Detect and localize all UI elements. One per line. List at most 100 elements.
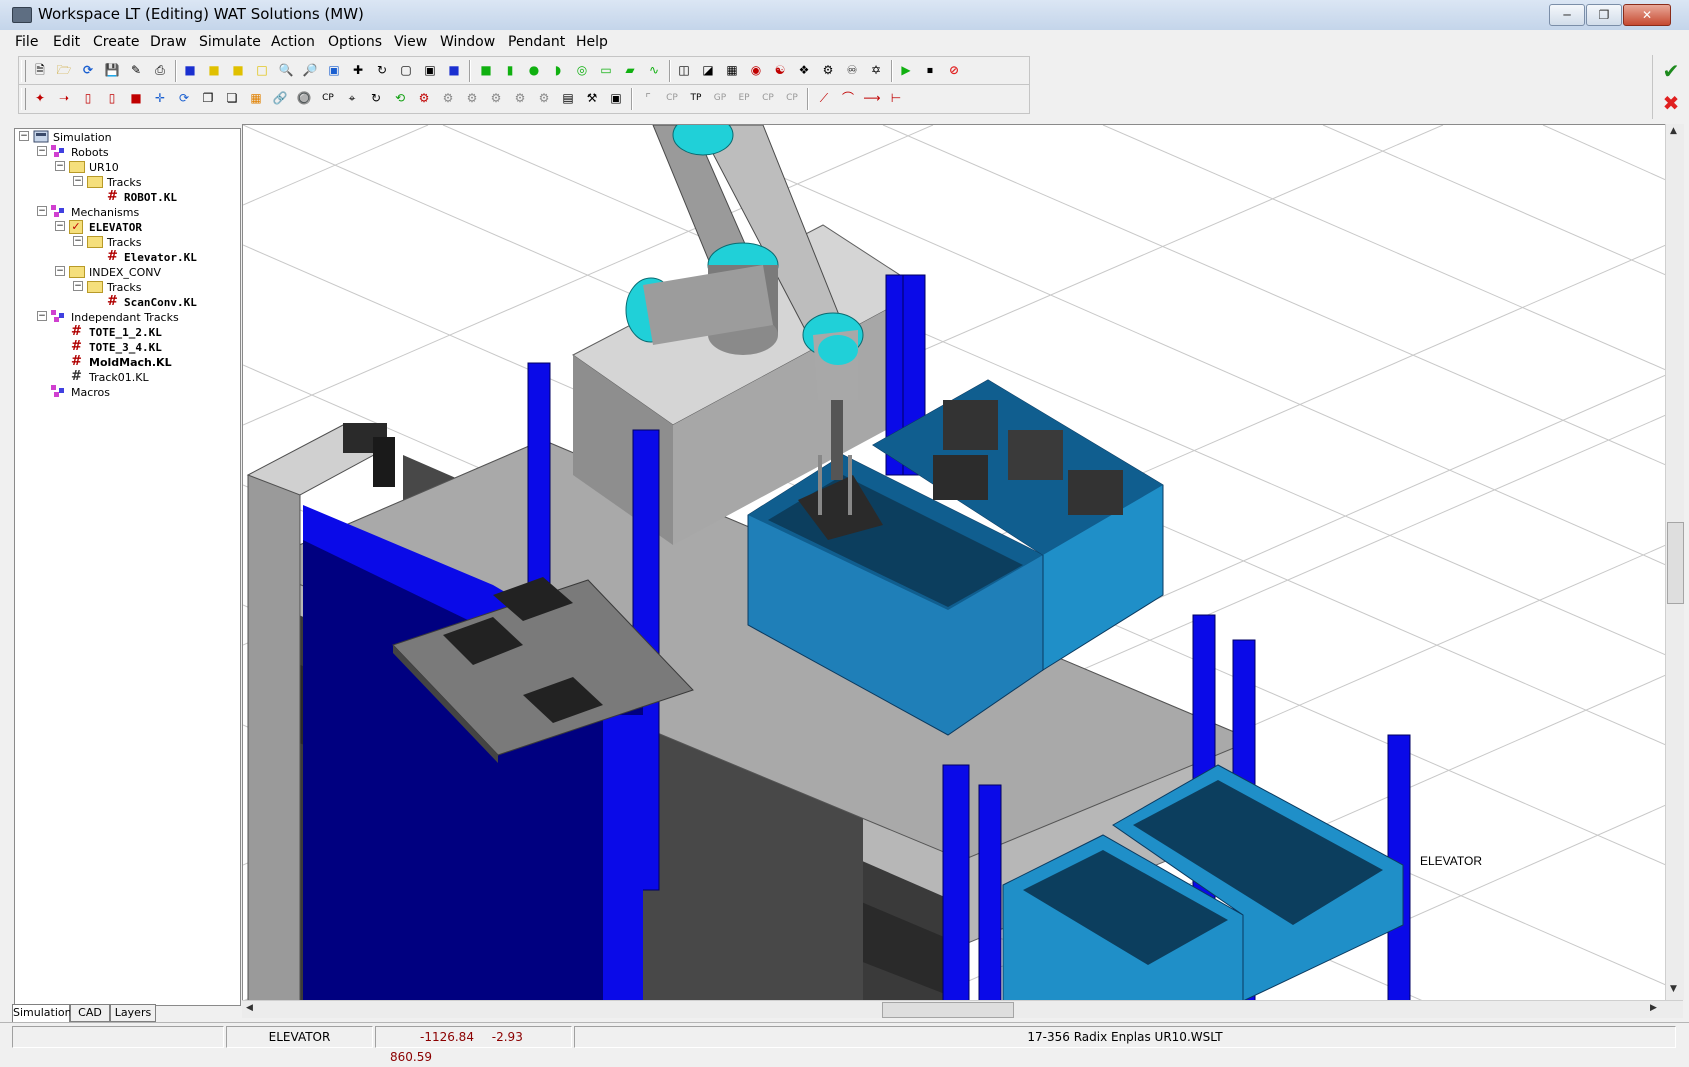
robot-home-icon[interactable]: ⚙: [535, 89, 553, 107]
sphere-icon[interactable]: ●: [525, 61, 543, 79]
tree-node-track01-kl[interactable]: Track01.KL: [89, 371, 149, 384]
tree-node-tracks[interactable]: Tracks: [107, 236, 142, 249]
tab-simulation[interactable]: Simulation: [12, 1004, 72, 1022]
tp-cp3-icon[interactable]: CP: [783, 89, 801, 107]
menu-draw[interactable]: Draw: [150, 34, 187, 50]
detach-icon[interactable]: ■: [127, 89, 145, 107]
collision-icon[interactable]: ▣: [607, 89, 625, 107]
collapse-toggle[interactable]: −: [73, 176, 83, 186]
scroll-right-icon[interactable]: ▶: [1650, 1003, 1657, 1013]
menu-edit[interactable]: Edit: [53, 34, 80, 50]
menu-action[interactable]: Action: [271, 34, 315, 50]
print-icon[interactable]: ⎙: [151, 61, 169, 79]
tab-cad[interactable]: CAD: [70, 1004, 110, 1022]
object-place-icon[interactable]: ▯: [79, 89, 97, 107]
zoom-fit-icon[interactable]: ▣: [325, 61, 343, 79]
tree-node-elevator[interactable]: ELEVATOR: [89, 221, 142, 234]
stop-icon[interactable]: ⊘: [945, 61, 963, 79]
program-icon[interactable]: ▤: [559, 89, 577, 107]
scroll-down-icon[interactable]: ▼: [1670, 984, 1677, 994]
view-iso-icon[interactable]: ■: [181, 61, 199, 79]
cp-icon[interactable]: CP: [319, 89, 337, 107]
new-file-icon[interactable]: 🗎: [31, 61, 49, 79]
play-icon[interactable]: ▶: [897, 61, 915, 79]
vertical-scrollbar[interactable]: ▲ ▼: [1665, 124, 1684, 1000]
close-button[interactable]: ✕: [1623, 4, 1671, 26]
menu-view[interactable]: View: [394, 34, 427, 50]
restore-button[interactable]: ❐: [1586, 4, 1622, 26]
gripper-icon[interactable]: ☯: [771, 61, 789, 79]
unlink-icon[interactable]: 🔘: [295, 89, 313, 107]
tool-icon[interactable]: ⚒: [583, 89, 601, 107]
menu-help[interactable]: Help: [576, 34, 608, 50]
tree-node-elevator-kl[interactable]: Elevator.KL: [124, 251, 197, 264]
tp-ep-icon[interactable]: EP: [735, 89, 753, 107]
line-icon[interactable]: ⟋: [815, 89, 833, 107]
arc-icon[interactable]: ⌒: [839, 89, 857, 107]
wedge-icon[interactable]: ▰: [621, 61, 639, 79]
shaded-icon[interactable]: ■: [445, 61, 463, 79]
tree-node-scanconv-kl[interactable]: ScanConv.KL: [124, 296, 197, 309]
tree-node-tote-3-4-kl[interactable]: TOTE_3_4.KL: [89, 341, 162, 354]
box-icon[interactable]: ■: [477, 61, 495, 79]
xyz-icon[interactable]: ⌖: [343, 89, 361, 107]
view-front-icon[interactable]: ■: [205, 61, 223, 79]
tp-icon[interactable]: TP: [687, 89, 705, 107]
collapse-toggle[interactable]: −: [19, 131, 29, 141]
rotate-view-icon[interactable]: ↻: [373, 61, 391, 79]
collapse-toggle[interactable]: −: [55, 161, 65, 171]
copy-object-icon[interactable]: ❐: [199, 89, 217, 107]
collapse-toggle[interactable]: −: [37, 146, 47, 156]
zoom-out-icon[interactable]: 🔎: [301, 61, 319, 79]
robot-jog-icon[interactable]: ⚙: [439, 89, 457, 107]
robot-teach-icon[interactable]: ⚙: [463, 89, 481, 107]
select-point-icon[interactable]: ▦: [723, 61, 741, 79]
frame-move-icon[interactable]: ➝: [55, 89, 73, 107]
collapse-toggle[interactable]: −: [73, 236, 83, 246]
frame-create-icon[interactable]: ✦: [31, 89, 49, 107]
tree-node-index-conv[interactable]: INDEX_CONV: [89, 266, 161, 279]
cone-icon[interactable]: ◗: [549, 61, 567, 79]
scroll-up-icon[interactable]: ▲: [1670, 126, 1677, 136]
collapse-toggle[interactable]: −: [73, 281, 83, 291]
segment-icon[interactable]: ⟶: [863, 89, 881, 107]
rotate-icon[interactable]: ⟳: [175, 89, 193, 107]
tree-node-robot-kl[interactable]: ROBOT.KL: [124, 191, 177, 204]
menu-options[interactable]: Options: [328, 34, 382, 50]
wireframe-icon[interactable]: ▢: [397, 61, 415, 79]
attach-icon[interactable]: ▯: [103, 89, 121, 107]
robot-reach-icon[interactable]: ⚙: [511, 89, 529, 107]
tp-frame-icon[interactable]: ⌜: [639, 89, 657, 107]
translate-icon[interactable]: ✛: [151, 89, 169, 107]
red-x-icon[interactable]: ✖: [1659, 91, 1683, 115]
color-icon[interactable]: ▦: [247, 89, 265, 107]
robot-path-icon[interactable]: ⚙: [487, 89, 505, 107]
menu-window[interactable]: Window: [440, 34, 495, 50]
tree-node-ur10[interactable]: UR10: [89, 161, 119, 174]
tree-node-macros[interactable]: Macros: [71, 386, 110, 399]
tree-node-moldmach-kl[interactable]: MoldMach.KL: [89, 356, 172, 369]
tree-node-independant-tracks[interactable]: Independant Tracks: [71, 311, 179, 324]
save-icon[interactable]: 💾: [103, 61, 121, 79]
refresh-icon[interactable]: ⟳: [79, 61, 97, 79]
horizontal-scrollbar[interactable]: ◀ ▶: [242, 1000, 1683, 1018]
cylinder-icon[interactable]: ▮: [501, 61, 519, 79]
tree-node-tote-1-2-kl[interactable]: TOTE_1_2.KL: [89, 326, 162, 339]
robot-motion-icon[interactable]: ⚙: [819, 61, 837, 79]
pan-icon[interactable]: ✚: [349, 61, 367, 79]
horizontal-scroll-thumb[interactable]: [882, 1002, 1014, 1018]
collapse-toggle[interactable]: −: [37, 206, 47, 216]
tree-node-robots[interactable]: Robots: [71, 146, 109, 159]
tp-cp-icon[interactable]: CP: [663, 89, 681, 107]
measure-icon[interactable]: ↻: [367, 89, 385, 107]
duplicate-icon[interactable]: ❏: [223, 89, 241, 107]
open-folder-icon[interactable]: 🗁: [55, 61, 73, 79]
scroll-left-icon[interactable]: ◀: [246, 1003, 253, 1013]
select-frame-icon[interactable]: ◪: [699, 61, 717, 79]
record-icon[interactable]: ⏹: [921, 61, 939, 79]
workcell-scene[interactable]: ELEVATOR: [243, 125, 1666, 1001]
split-icon[interactable]: ⊢: [887, 89, 905, 107]
3d-viewport[interactable]: ELEVATOR: [242, 124, 1667, 1002]
checkmark-icon[interactable]: ✔: [1659, 59, 1683, 83]
collapse-toggle[interactable]: −: [55, 221, 65, 231]
